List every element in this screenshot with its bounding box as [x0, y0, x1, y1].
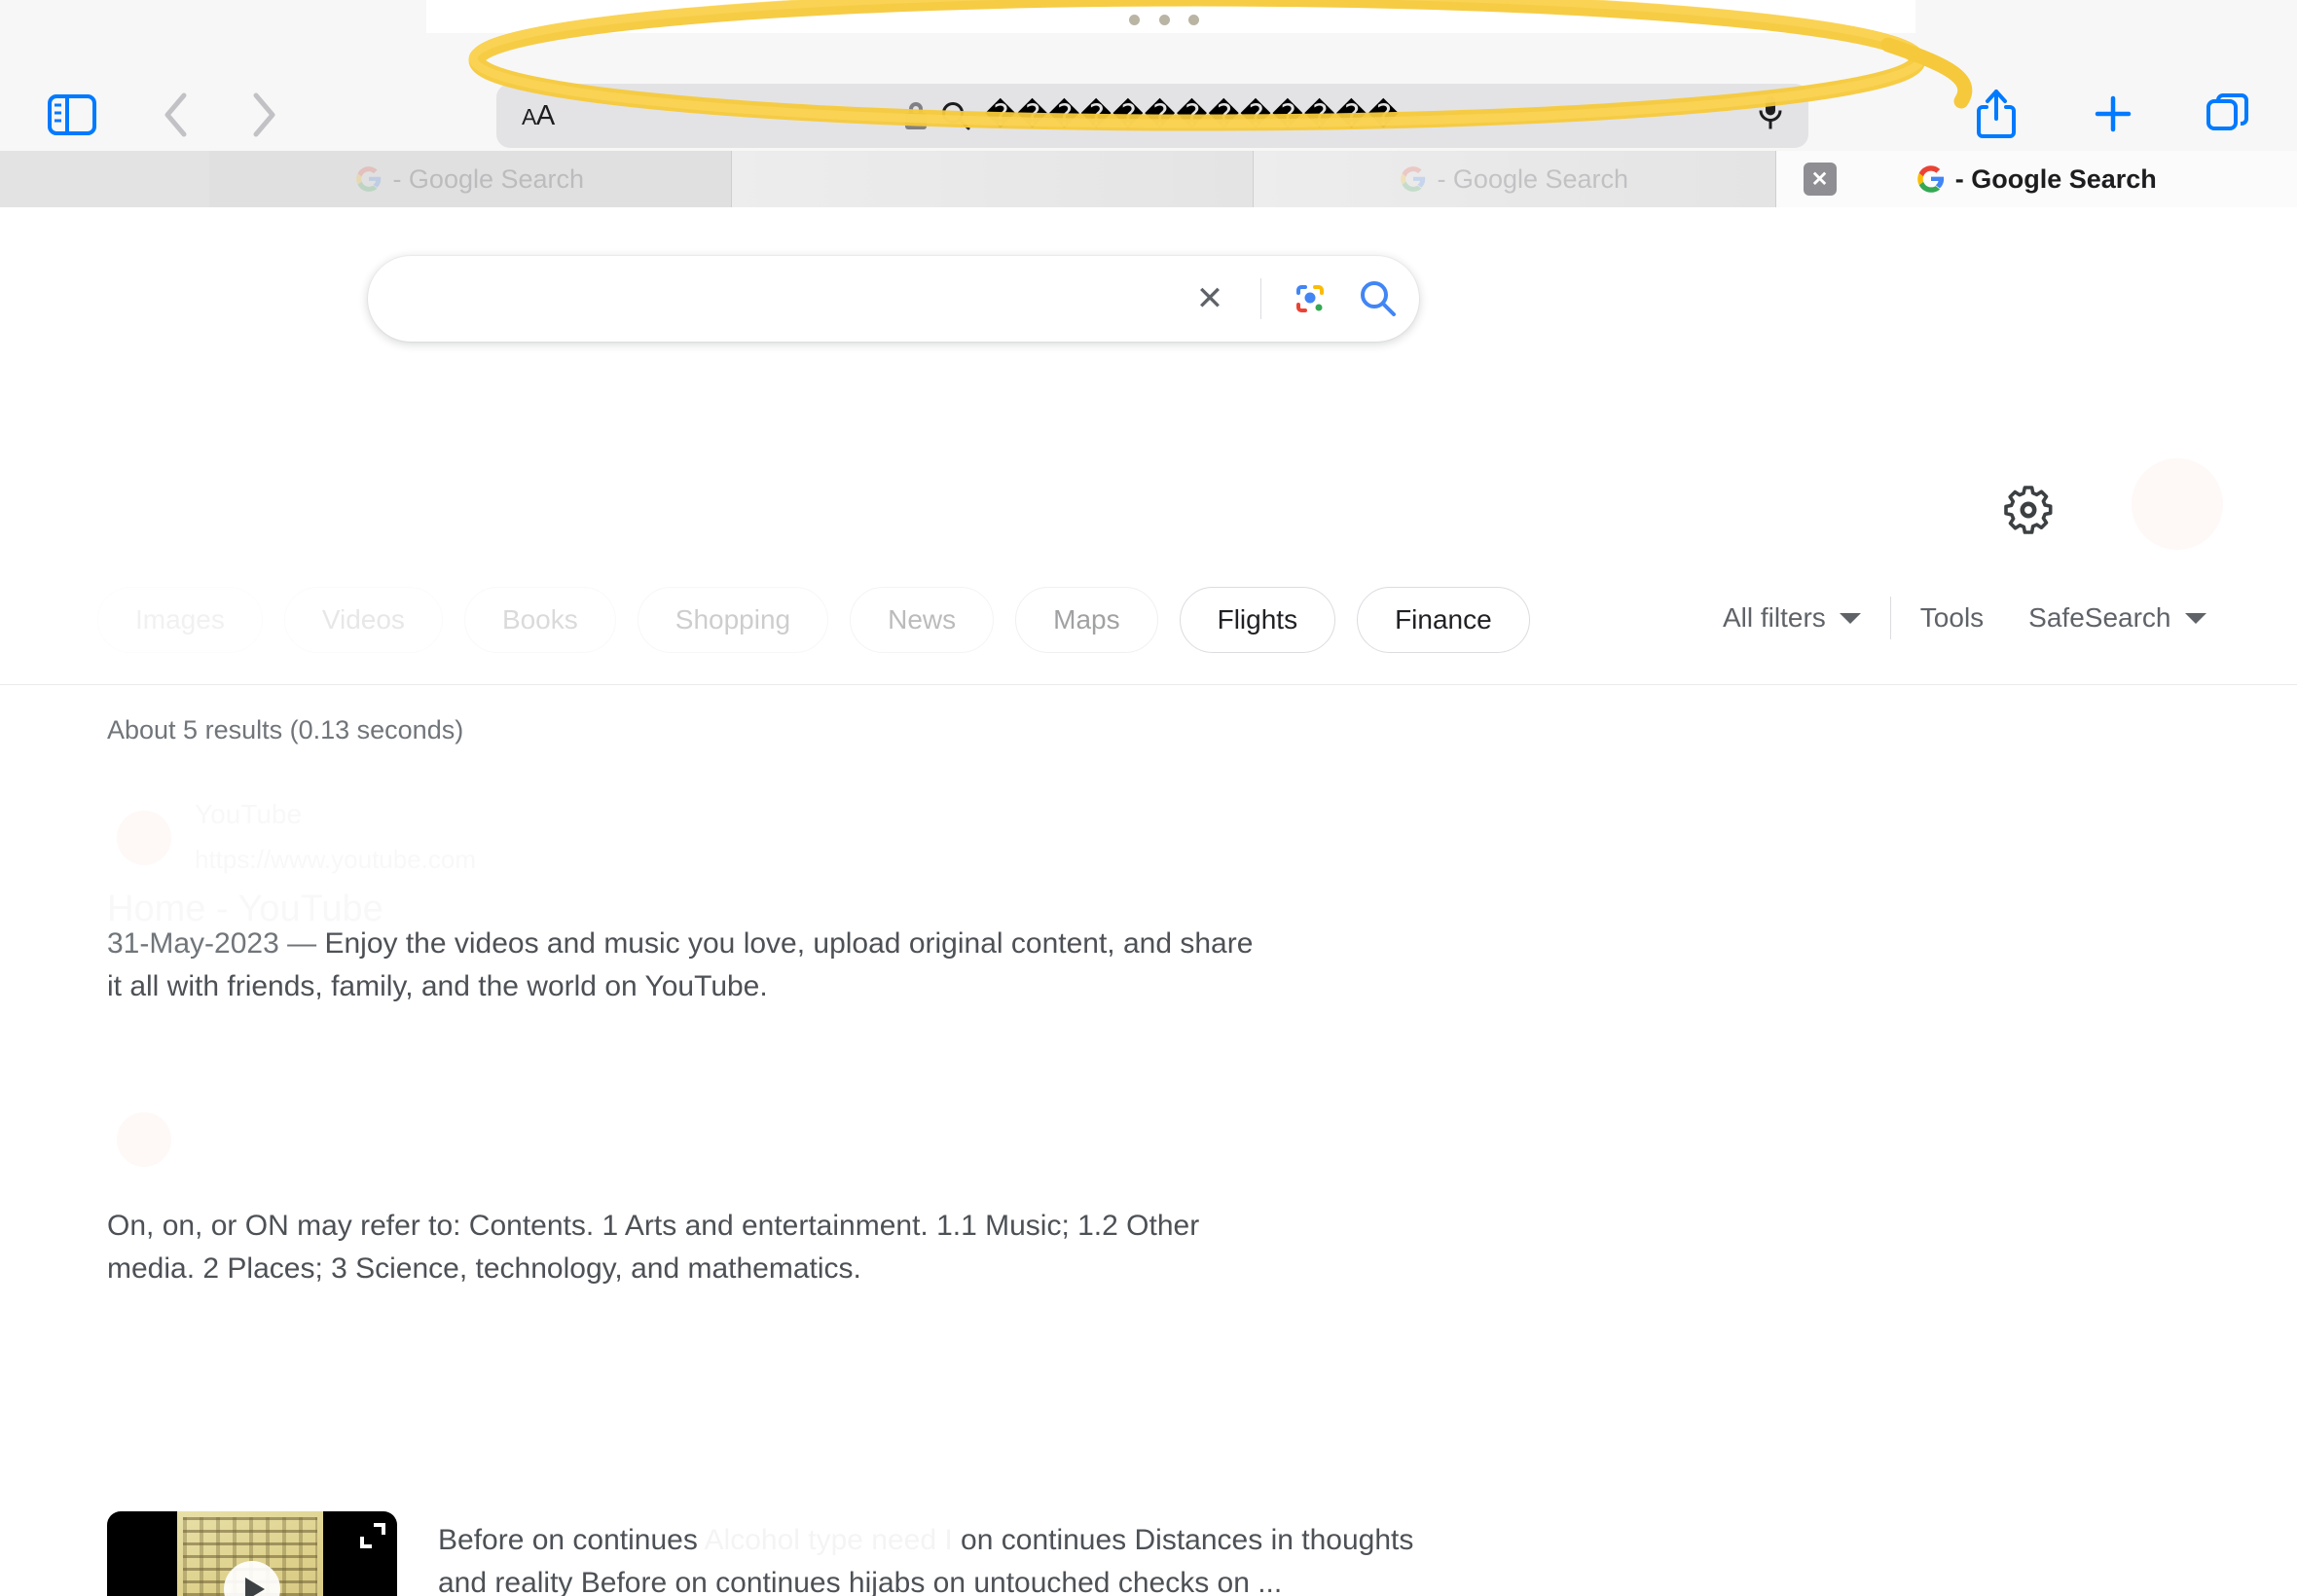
browser-toolbar: AA �������������: [0, 33, 2297, 151]
safesearch-button[interactable]: SafeSearch: [2028, 602, 2206, 634]
all-filters-button[interactable]: All filters: [1723, 602, 1861, 634]
tab-strip-edge: [0, 151, 209, 207]
all-filters-label: All filters: [1723, 602, 1826, 633]
result-stats: About 5 results (0.13 seconds): [107, 715, 464, 744]
status-bar-ghost-text: [58, 2, 701, 31]
tab-bar: - Google Search - Google Search ✕ - Goog…: [0, 151, 2297, 207]
address-bar-content: �������������: [496, 98, 1808, 133]
screen: AA ������������� - Google Search - Googl…: [0, 0, 2297, 1596]
tools-label: Tools: [1919, 602, 1985, 633]
microphone-icon[interactable]: [1758, 94, 1783, 138]
chip-news[interactable]: News: [850, 587, 995, 653]
tab-title: - Google Search: [1437, 163, 1629, 194]
chip-label: Images: [135, 604, 225, 635]
chip-books[interactable]: Books: [463, 587, 616, 653]
video-title-part1: Before on continues: [438, 1524, 705, 1556]
back-icon[interactable]: [146, 87, 206, 143]
share-icon[interactable]: [1966, 82, 2026, 146]
chip-label: Shopping: [675, 604, 791, 635]
clear-icon[interactable]: ✕: [1181, 279, 1239, 318]
tab-item[interactable]: - Google Search: [209, 151, 732, 207]
result-date: 31-May-2023: [107, 927, 279, 960]
result-snippet: On, on, or ON may refer to: Contents. 1 …: [107, 1205, 1275, 1289]
forward-icon[interactable]: [234, 87, 294, 143]
search-submit-icon[interactable]: [1337, 278, 1419, 319]
tab-item[interactable]: - Google Search: [1254, 151, 1776, 207]
tab-item[interactable]: [731, 151, 1254, 207]
text-size-button[interactable]: AA: [522, 100, 555, 132]
avatar[interactable]: [2132, 458, 2223, 550]
address-bar[interactable]: AA �������������: [496, 84, 1808, 148]
new-tab-icon[interactable]: [2083, 82, 2143, 146]
chip-maps[interactable]: Maps: [1015, 587, 1158, 653]
chip-finance[interactable]: Finance: [1357, 587, 1530, 653]
chip-label: Videos: [321, 604, 405, 635]
ghost-favicon: [117, 811, 171, 865]
chip-images[interactable]: Images: [97, 587, 263, 653]
page-content: ✕ Images Videos Books Shopping News Maps…: [0, 207, 2297, 1596]
tab-title: - Google Search: [1954, 163, 2157, 194]
video-title[interactable]: Before on continues Alcohol type need I …: [438, 1519, 1470, 1596]
ghost-favicon: [117, 1112, 171, 1167]
gear-icon[interactable]: [2003, 485, 2054, 540]
chip-label: Books: [501, 604, 578, 635]
result-dash: —: [287, 927, 317, 960]
search-icon: [941, 102, 970, 130]
chip-shopping[interactable]: Shopping: [637, 587, 829, 653]
divider: [1260, 278, 1261, 319]
tabs-overview-icon[interactable]: [2198, 82, 2258, 146]
safesearch-label: SafeSearch: [2028, 602, 2171, 633]
chevron-down-icon: [2184, 612, 2206, 624]
google-lens-icon[interactable]: [1283, 279, 1337, 318]
expand-icon[interactable]: [360, 1523, 385, 1548]
chevron-down-icon: [1839, 612, 1861, 624]
google-favicon: [1916, 164, 1946, 194]
video-title-hidden: Alcohol type need I: [704, 1524, 953, 1556]
text-size-large-label: A: [535, 99, 555, 131]
filter-controls: All filters Tools SafeSearch: [1723, 597, 2206, 639]
divider: [1889, 597, 1891, 639]
google-search-box[interactable]: ✕: [368, 256, 1419, 342]
result-snippet-text: On, on, or ON may refer to: Contents. 1 …: [107, 1210, 1200, 1285]
google-favicon: [1400, 165, 1427, 193]
browser-chrome: AA �������������: [0, 0, 2297, 151]
tab-item-active[interactable]: ✕ - Google Search: [1775, 151, 2297, 207]
google-favicon: [355, 165, 383, 193]
result-snippet: 31-May-2023 — Enjoy the videos and music…: [107, 923, 1256, 1007]
result-snippet-text: Enjoy the videos and music you love, upl…: [107, 927, 1254, 1002]
close-icon[interactable]: ✕: [1803, 163, 1837, 196]
window-drag-handle[interactable]: [1129, 14, 1199, 25]
text-size-small-label: A: [522, 103, 536, 129]
header-divider: [0, 684, 2297, 685]
search-input[interactable]: [368, 282, 1181, 315]
ghost-site-name: YouTube: [195, 799, 302, 830]
tools-button[interactable]: Tools: [1920, 602, 1984, 634]
sidebar-icon[interactable]: [35, 87, 109, 143]
chip-label: Finance: [1395, 604, 1492, 635]
chip-videos[interactable]: Videos: [283, 587, 443, 653]
video-thumbnail[interactable]: 0:05: [107, 1511, 397, 1596]
tab-title: - Google Search: [392, 163, 585, 194]
lock-icon: [904, 102, 927, 129]
chip-label: News: [888, 604, 957, 635]
filter-chips: Images Videos Books Shopping News Maps F…: [97, 587, 1530, 653]
chip-label: Flights: [1217, 604, 1298, 635]
ghost-url: https://www.youtube.com: [195, 845, 476, 875]
chip-label: Maps: [1053, 604, 1120, 635]
chip-flights[interactable]: Flights: [1179, 587, 1336, 653]
address-bar-text: �������������: [984, 98, 1401, 133]
